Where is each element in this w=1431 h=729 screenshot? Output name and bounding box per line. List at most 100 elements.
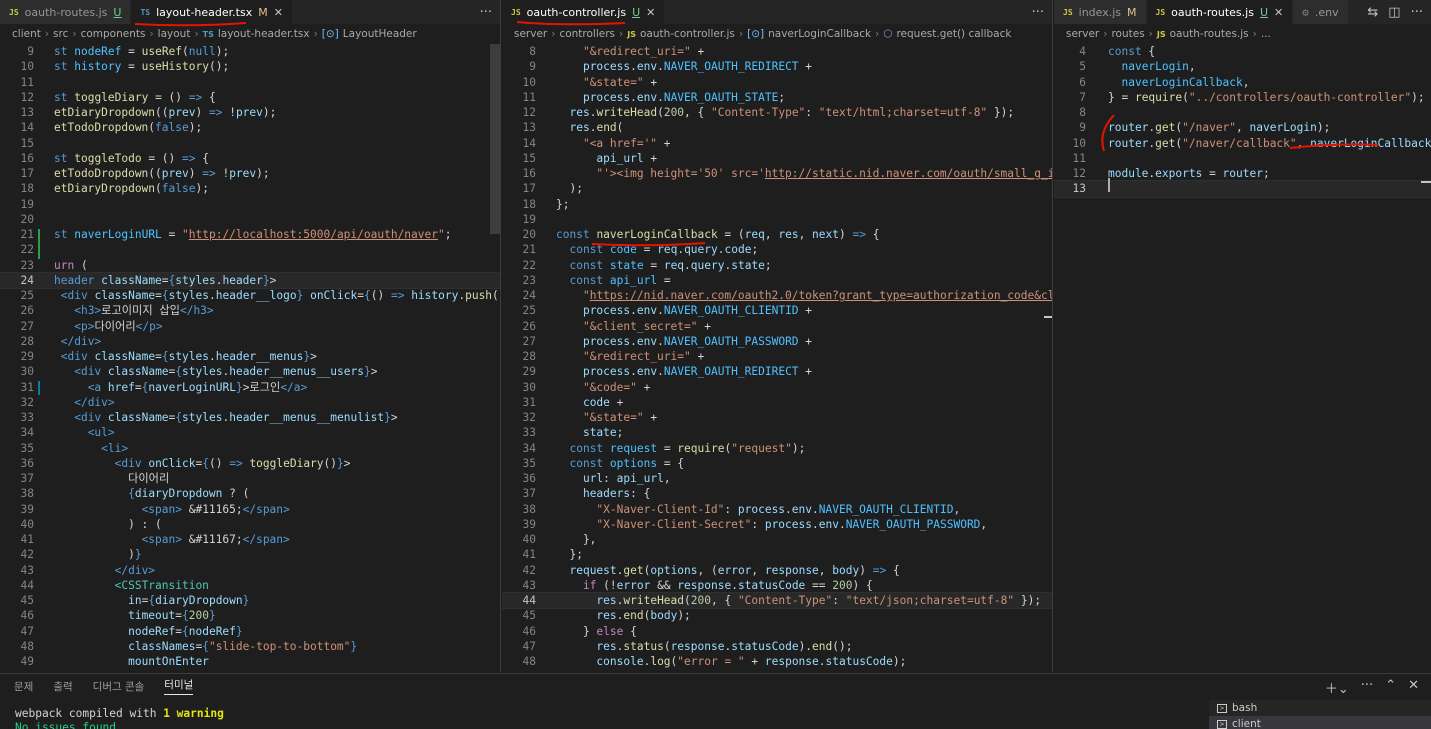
code-line[interactable]: 22 <box>0 242 500 257</box>
code-text[interactable]: "&state=" + <box>556 75 657 90</box>
code-text[interactable]: <div className={styles.header__menus}> <box>54 349 317 364</box>
code-text[interactable]: "&redirect_uri=" + <box>556 349 704 364</box>
code-text[interactable]: }; <box>556 547 582 562</box>
maximize-panel-icon[interactable]: ⌃ <box>1385 678 1396 697</box>
breadcrumb-item[interactable]: src <box>53 28 68 40</box>
code-text[interactable]: const state = req.query.state; <box>556 258 771 273</box>
code-line[interactable]: 11 <box>1054 151 1431 166</box>
code-line[interactable]: 31 <a href={naverLoginURL}>로그인</a> <box>0 380 500 395</box>
code-text[interactable]: st nodeRef = useRef(null); <box>54 44 229 59</box>
code-text[interactable]: res.end(body); <box>556 608 690 623</box>
code-line[interactable]: 44 <CSSTransition <box>0 578 500 593</box>
code-line[interactable]: 46 } else { <box>502 624 1052 639</box>
code-text[interactable]: res.end( <box>556 120 623 135</box>
code-line[interactable]: 8 <box>1054 105 1431 120</box>
code-text[interactable]: }; <box>556 197 569 212</box>
code-text[interactable]: "&client_secret=" + <box>556 319 711 334</box>
close-icon[interactable]: ✕ <box>274 6 283 19</box>
code-text[interactable]: <div className={styles.header__menus__me… <box>54 410 397 425</box>
tab-oauth-controller[interactable]: JS oauth-controller.js U ✕ <box>502 0 666 24</box>
code-line[interactable]: 14 "<a href='" + <box>502 136 1052 151</box>
code-text[interactable]: nodeRef={nodeRef} <box>54 624 243 639</box>
code-text[interactable]: const naverLoginCallback = (req, res, ne… <box>556 227 879 242</box>
breadcrumb-item[interactable]: oauth-routes.js <box>1170 28 1249 40</box>
code-line[interactable]: 38 "X-Naver-Client-Id": process.env.NAVE… <box>502 502 1052 517</box>
code-line[interactable]: 41 <span> &#11167;</span> <box>0 532 500 547</box>
code-line[interactable]: 18 etDiaryDropdown(false); <box>0 181 500 196</box>
code-line[interactable]: 13 <box>1054 180 1431 198</box>
code-line[interactable]: 36 url: api_url, <box>502 471 1052 486</box>
code-line[interactable]: 34 <ul> <box>0 425 500 440</box>
code-line[interactable]: 8 "&redirect_uri=" + <box>502 44 1052 59</box>
split-editor-icon[interactable]: ◫ <box>1388 5 1400 20</box>
code-text[interactable]: "'><img height='50' src='http://static.n… <box>556 166 1052 181</box>
code-line[interactable]: 22 const state = req.query.state; <box>502 258 1052 273</box>
code-line[interactable]: 43 if (!error && response.statusCode == … <box>502 578 1052 593</box>
code-line[interactable]: 25 process.env.NAVER_OAUTH_CLIENTID + <box>502 303 1052 318</box>
terminal-output[interactable]: webpack compiled with 1 warning No issue… <box>15 707 224 729</box>
tab-layout-header[interactable]: TS layout-header.tsx M ✕ <box>131 0 293 24</box>
code-text[interactable]: process.env.NAVER_OAUTH_REDIRECT + <box>556 364 812 379</box>
breadcrumb-item[interactable]: components <box>81 28 146 40</box>
tab-debug-console[interactable]: 디버그 콘솔 <box>93 679 145 694</box>
breadcrumb-item[interactable]: LayoutHeader <box>343 28 417 40</box>
code-text[interactable]: process.env.NAVER_OAUTH_STATE; <box>556 90 785 105</box>
code-text[interactable]: console.log("error = " + response.status… <box>556 654 906 669</box>
code-line[interactable]: 12 module.exports = router; <box>1054 166 1431 181</box>
code-text[interactable]: header className={styles.header}> <box>54 273 276 288</box>
code-line[interactable]: 14 etTodoDropdown(false); <box>0 120 500 135</box>
code-text[interactable]: const request = require("request"); <box>556 441 805 456</box>
code-line[interactable]: 20 <box>0 212 500 227</box>
code-text[interactable]: headers: { <box>556 486 650 501</box>
code-text[interactable]: <ul> <box>54 425 115 440</box>
code-text[interactable]: ) : ( <box>54 517 162 532</box>
code-text[interactable]: }, <box>556 532 596 547</box>
code-text[interactable]: </div> <box>54 334 101 349</box>
code-text[interactable]: <span> &#11165;</span> <box>54 502 290 517</box>
code-line[interactable]: 5 naverLogin, <box>1054 59 1431 74</box>
code-line[interactable]: 17 ); <box>502 181 1052 196</box>
code-text[interactable]: router.get("/naver", naverLogin); <box>1108 120 1330 135</box>
code-text[interactable]: <div className={styles.header__logo} onC… <box>54 288 500 303</box>
code-line[interactable]: 11 process.env.NAVER_OAUTH_STATE; <box>502 90 1052 105</box>
code-line[interactable]: 16 "'><img height='50' src='http://stati… <box>502 166 1052 181</box>
code-line[interactable]: 28 </div> <box>0 334 500 349</box>
code-text[interactable]: request.get(options, (error, response, b… <box>556 563 899 578</box>
code-text[interactable]: "&state=" + <box>556 410 657 425</box>
code-line[interactable]: 27 process.env.NAVER_OAUTH_PASSWORD + <box>502 334 1052 349</box>
breadcrumb-item[interactable]: layout-header.tsx <box>218 28 310 40</box>
more-actions-icon[interactable]: ··· <box>1411 5 1423 20</box>
code-line[interactable]: 45 in={diaryDropdown} <box>0 593 500 608</box>
code-line[interactable]: 15 <box>0 136 500 151</box>
tab-index[interactable]: JS index.js M <box>1054 0 1147 24</box>
code-text[interactable]: } = require("../controllers/oauth-contro… <box>1108 90 1425 105</box>
code-text[interactable]: res.status(response.statusCode).end(); <box>556 639 852 654</box>
breadcrumb-item[interactable]: client <box>12 28 41 40</box>
code-line[interactable]: 37 다이어리 <box>0 471 500 486</box>
editor-pane-oauth-routes[interactable]: JS index.js M JS oauth-routes.js U ✕ ⚙ .… <box>1054 0 1431 672</box>
code-line[interactable]: 4 const { <box>1054 44 1431 59</box>
code-text[interactable]: const api_url = <box>556 273 670 288</box>
more-actions-icon[interactable]: ··· <box>1032 5 1044 20</box>
code-line[interactable]: 9 router.get("/naver", naverLogin); <box>1054 120 1431 135</box>
code-line[interactable]: 36 <div onClick={() => toggleDiary()}> <box>0 456 500 471</box>
code-line[interactable]: 30 <div className={styles.header__menus_… <box>0 364 500 379</box>
code-text[interactable]: {diaryDropdown ? ( <box>54 486 249 501</box>
breadcrumb-item[interactable]: ... <box>1261 28 1271 40</box>
code-text[interactable]: res.writeHead(200, { "Content-Type": "te… <box>556 105 1014 120</box>
code-line[interactable]: 20 const naverLoginCallback = (req, res, … <box>502 227 1052 242</box>
code-text[interactable]: classNames={"slide-top-to-bottom"} <box>54 639 357 654</box>
tab-output[interactable]: 출력 <box>53 679 72 694</box>
code-line[interactable]: 24 header className={styles.header}> <box>0 271 500 290</box>
tab-oauth-routes-left[interactable]: JS oauth-routes.js U <box>0 0 132 24</box>
code-line[interactable]: 21 st naverLoginURL = "http://localhost:5… <box>0 227 500 242</box>
code-line[interactable]: 17 etTodoDropdown((prev) => !prev); <box>0 166 500 181</box>
code-line[interactable]: 39 <span> &#11165;</span> <box>0 502 500 517</box>
scrollbar-thumb[interactable] <box>490 44 500 234</box>
code-line[interactable]: 43 </div> <box>0 563 500 578</box>
tab-env[interactable]: ⚙ .env <box>1293 0 1349 24</box>
code-line[interactable]: 12 res.writeHead(200, { "Content-Type": … <box>502 105 1052 120</box>
code-text[interactable]: const code = req.query.code; <box>556 242 758 257</box>
code-line[interactable]: 23 urn ( <box>0 258 500 273</box>
code-line[interactable]: 37 headers: { <box>502 486 1052 501</box>
